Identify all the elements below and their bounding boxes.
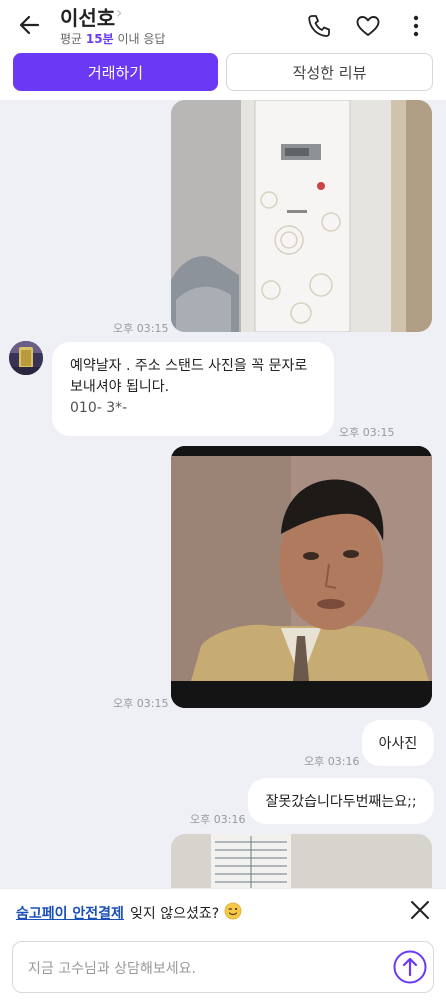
response-time-suffix: 이내 응답 bbox=[117, 32, 166, 46]
message-text: 아사진 bbox=[378, 736, 418, 752]
message-text-line: 010- 3*- bbox=[70, 400, 128, 416]
received-message-bubble: 예약날자 . 주소 스탠드 사진을 꼭 문자로 보내셔야 됩니다. 010- 3… bbox=[52, 342, 334, 436]
safe-payment-banner: 숨고페이 안전결제 잊지 않으셨죠? bbox=[0, 888, 446, 936]
written-review-button[interactable]: 작성한 리뷰 bbox=[226, 53, 433, 91]
avatar[interactable] bbox=[9, 341, 43, 375]
message-timestamp: 오후 03:15 bbox=[339, 426, 395, 439]
phone-icon[interactable] bbox=[305, 12, 333, 40]
message-timestamp: 오후 03:15 bbox=[113, 322, 169, 335]
response-time-prefix: 평균 bbox=[60, 32, 83, 46]
back-arrow-icon[interactable] bbox=[14, 8, 48, 42]
message-timestamp: 오후 03:15 bbox=[113, 697, 169, 710]
message-timestamp: 오후 03:16 bbox=[304, 755, 360, 768]
chevron-right-icon[interactable]: › bbox=[116, 3, 122, 22]
sent-image-man-portrait[interactable] bbox=[171, 446, 432, 708]
heart-icon[interactable] bbox=[354, 12, 382, 40]
response-time-value: 15분 bbox=[85, 32, 114, 46]
banner-text: 잊지 않으셨죠? bbox=[130, 906, 220, 922]
message-text: 잘못갔습니다두번째는요;; bbox=[265, 794, 417, 810]
air-conditioner-photo bbox=[171, 100, 432, 332]
message-text-line: 보내셔야 됩니다. bbox=[70, 379, 170, 395]
message-input-placeholder: 지금 고수님과 상담해보세요. bbox=[28, 961, 196, 977]
deal-button[interactable]: 거래하기 bbox=[13, 53, 218, 91]
man-portrait-photo bbox=[171, 446, 432, 708]
partner-name[interactable]: 이선호 bbox=[60, 2, 115, 31]
safe-payment-link[interactable]: 숨고페이 안전결제 bbox=[16, 903, 124, 923]
wink-emoji-icon bbox=[224, 902, 242, 920]
sent-image-air-conditioner[interactable] bbox=[171, 100, 432, 332]
message-text-line: 예약날자 . 주소 스탠드 사진을 꼭 문자로 bbox=[70, 358, 308, 374]
message-timestamp: 오후 03:16 bbox=[190, 813, 246, 826]
avatar-image bbox=[9, 341, 43, 375]
close-icon[interactable] bbox=[406, 896, 434, 924]
chat-header: 이선호 › 평균 15분 이내 응답 거래하기 작성한 리뷰 bbox=[0, 0, 446, 100]
response-time: 평균 15분 이내 응답 bbox=[60, 30, 165, 47]
more-options-icon[interactable] bbox=[402, 12, 430, 40]
message-input[interactable]: 지금 고수님과 상담해보세요. bbox=[12, 941, 434, 993]
sent-message-bubble: 잘못갔습니다두번째는요;; bbox=[248, 778, 434, 824]
sent-message-bubble: 아사진 bbox=[362, 720, 434, 766]
message-composer: 지금 고수님과 상담해보세요. bbox=[0, 936, 446, 1000]
send-icon[interactable] bbox=[393, 950, 427, 984]
